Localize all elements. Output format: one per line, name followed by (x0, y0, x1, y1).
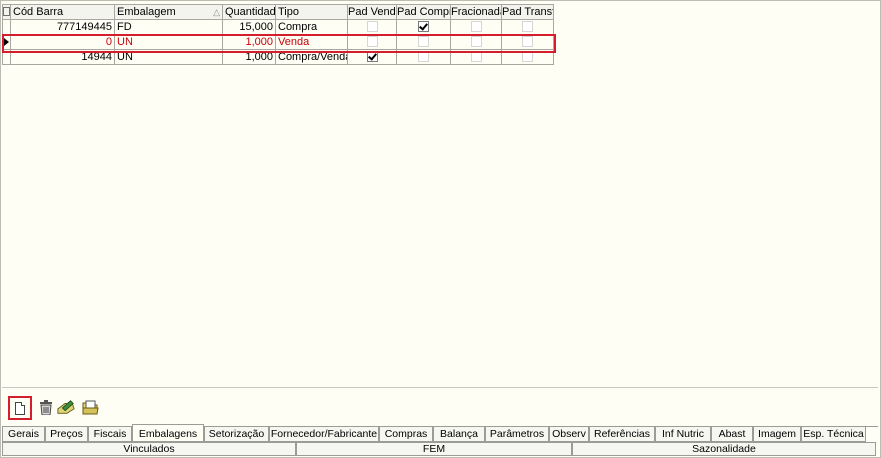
cell-tipo[interactable]: Venda (275, 34, 348, 50)
subtab-fem[interactable]: FEM (296, 442, 572, 456)
tab-gerais[interactable]: Gerais (2, 427, 45, 442)
trash-icon (40, 399, 52, 415)
cell-quantidade[interactable]: 1,000 (222, 34, 276, 50)
cell-embalagem[interactable]: UN (114, 34, 223, 50)
tab-fiscais[interactable]: Fiscais (88, 427, 132, 442)
edit-icon (57, 399, 75, 414)
grid-header: Cód Barra Embalagem △ Quantidade Tipo Pad… (2, 4, 554, 20)
tab-embalagens[interactable]: Embalagens (132, 424, 204, 442)
tab-compras[interactable]: Compras (379, 427, 433, 442)
cell-quantidade[interactable]: 15,000 (222, 19, 276, 35)
tab-observ[interactable]: Observ (549, 427, 589, 442)
cell-embalagem[interactable]: UN (114, 49, 223, 65)
tab-fornecedor-fabricante[interactable]: Fornecedor/Fabricante (269, 427, 379, 442)
embalagens-grid: Cód Barra Embalagem △ Quantidade Tipo Pad… (2, 4, 554, 65)
pad-transf-checkbox[interactable] (522, 36, 533, 48)
tab-referencias[interactable]: Referências (589, 427, 655, 442)
new-document-icon (15, 401, 25, 415)
cell-tipo[interactable]: Compra (275, 19, 348, 35)
cell-tipo[interactable]: Compra/Venda (275, 49, 348, 65)
cell-cod-barra[interactable]: 0 (10, 34, 115, 50)
cell-pad-compra[interactable] (396, 49, 451, 65)
cell-pad-compra[interactable] (396, 34, 451, 50)
cell-cod-barra[interactable]: 777149445 (10, 19, 115, 35)
cell-pad-venda[interactable] (347, 19, 397, 35)
pad-venda-checkbox[interactable] (366, 36, 378, 48)
subtab-vinculados[interactable]: Vinculados (2, 442, 296, 456)
col-cod-barra[interactable]: Cód Barra (10, 4, 115, 20)
table-row[interactable]: 14944 UN 1,000 Compra/Venda (2, 49, 554, 65)
tab-imagem[interactable]: Imagem (753, 427, 801, 442)
tab-abast[interactable]: Abast (711, 427, 753, 442)
col-pad-venda[interactable]: Pad Venda (347, 4, 397, 20)
tab-parametros[interactable]: Parâmetros (485, 427, 549, 442)
edit-button[interactable] (57, 398, 75, 416)
pad-compra-checkbox[interactable] (418, 51, 429, 63)
table-row-selected[interactable]: 0 UN 1,000 Venda (2, 34, 554, 50)
pad-compra-checkbox[interactable] (418, 36, 429, 48)
cell-pad-transf[interactable] (501, 19, 554, 35)
col-fracionada[interactable]: Fracionada (450, 4, 502, 20)
cell-quantidade[interactable]: 1,000 (222, 49, 276, 65)
tab-precos[interactable]: Preços (45, 427, 88, 442)
col-quantidade[interactable]: Quantidade (222, 4, 276, 20)
cell-embalagem[interactable]: FD (114, 19, 223, 35)
tab-bar: Gerais Preços Fiscais Embalagens Setoriz… (2, 424, 878, 443)
cell-fracionada[interactable] (450, 19, 502, 35)
cell-fracionada[interactable] (450, 49, 502, 65)
tab-esp-tecnica[interactable]: Esp. Técnica (801, 427, 866, 442)
embalagens-panel (0, 0, 881, 458)
tab-balanca[interactable]: Balança (433, 427, 485, 442)
pad-transf-checkbox[interactable] (522, 51, 533, 63)
cell-fracionada[interactable] (450, 34, 502, 50)
col-pad-transf[interactable]: Pad Transf. (501, 4, 554, 20)
col-embalagem-label: Embalagem (117, 5, 176, 18)
col-tipo[interactable]: Tipo (275, 4, 348, 20)
tab-inf-nutric[interactable]: Inf Nutric (655, 427, 711, 442)
cell-pad-venda[interactable] (347, 34, 397, 50)
cell-pad-transf[interactable] (501, 49, 554, 65)
fracionada-checkbox[interactable] (470, 21, 482, 33)
col-embalagem[interactable]: Embalagem △ (114, 4, 223, 20)
table-row[interactable]: 777149445 FD 15,000 Compra (2, 19, 554, 35)
panel-divider (2, 387, 878, 388)
row-indicator (2, 34, 11, 50)
row-pointer-icon (4, 37, 9, 46)
subtab-sazonalidade[interactable]: Sazonalidade (572, 442, 876, 456)
new-button[interactable] (8, 396, 32, 420)
col-pad-compra[interactable]: Pad Compra (396, 4, 451, 20)
pad-venda-checkbox[interactable] (366, 51, 378, 63)
row-indicator (2, 49, 11, 65)
fracionada-checkbox[interactable] (470, 51, 482, 63)
delete-button[interactable] (37, 398, 55, 416)
sort-ascending-icon: △ (213, 6, 220, 17)
row-indicator (2, 19, 11, 35)
pad-venda-checkbox[interactable] (366, 21, 378, 33)
subtab-bar: Vinculados FEM Sazonalidade (2, 442, 878, 456)
column-chooser[interactable] (2, 4, 11, 20)
cell-pad-venda[interactable] (347, 49, 397, 65)
fracionada-checkbox[interactable] (470, 36, 482, 48)
pad-compra-checkbox[interactable] (418, 21, 429, 33)
cell-pad-compra[interactable] (396, 19, 451, 35)
column-options-icon (3, 7, 10, 17)
tab-setorizacao[interactable]: Setorização (204, 427, 269, 442)
cell-cod-barra[interactable]: 14944 (10, 49, 115, 65)
pad-transf-checkbox[interactable] (522, 21, 533, 33)
open-folder-icon (82, 400, 99, 414)
open-button[interactable] (81, 398, 99, 416)
cell-pad-transf[interactable] (501, 34, 554, 50)
